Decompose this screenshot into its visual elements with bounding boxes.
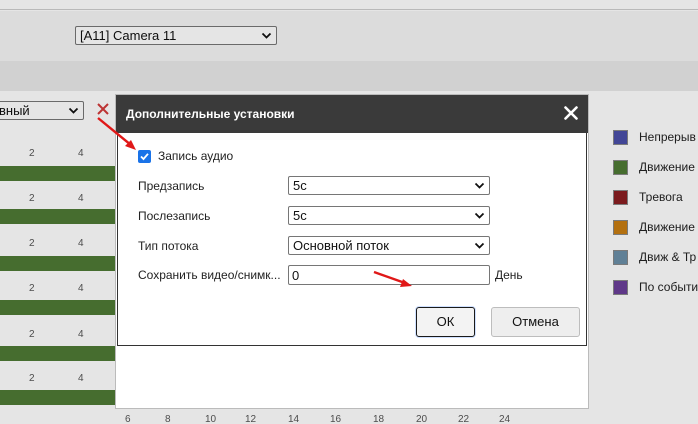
stream-type-select[interactable]: Основной поток bbox=[288, 236, 490, 255]
advanced-settings-dialog: Дополнительные установки Запись аудио Пр… bbox=[116, 95, 588, 408]
chevron-down-icon bbox=[474, 182, 485, 189]
pre-record-select[interactable]: 5с bbox=[288, 176, 490, 195]
save-duration-unit: День bbox=[495, 268, 523, 282]
dialog-body: Запись аудио Предзапись 5с Послезапись 5… bbox=[117, 133, 587, 346]
dialog-header: Дополнительные установки bbox=[116, 95, 588, 133]
cancel-button[interactable]: Отмена bbox=[491, 307, 580, 337]
post-record-select[interactable]: 5с bbox=[288, 206, 490, 225]
post-record-value: 5с bbox=[293, 208, 307, 223]
pre-record-value: 5с bbox=[293, 178, 307, 193]
chevron-down-icon bbox=[474, 212, 485, 219]
stream-type-label: Тип потока bbox=[138, 239, 199, 253]
close-icon[interactable] bbox=[564, 106, 578, 120]
save-duration-input[interactable] bbox=[288, 265, 490, 285]
pre-record-label: Предзапись bbox=[138, 179, 205, 193]
dialog-title: Дополнительные установки bbox=[126, 107, 295, 121]
audio-checkbox[interactable] bbox=[138, 150, 151, 163]
checkmark-icon bbox=[140, 153, 149, 161]
audio-checkbox-label: Запись аудио bbox=[158, 149, 234, 163]
post-record-label: Послезапись bbox=[138, 209, 211, 223]
stream-type-value: Основной поток bbox=[293, 238, 389, 253]
ok-button[interactable]: ОК bbox=[416, 307, 475, 337]
chevron-down-icon bbox=[474, 242, 485, 249]
save-duration-label: Сохранить видео/снимк... bbox=[138, 268, 281, 282]
